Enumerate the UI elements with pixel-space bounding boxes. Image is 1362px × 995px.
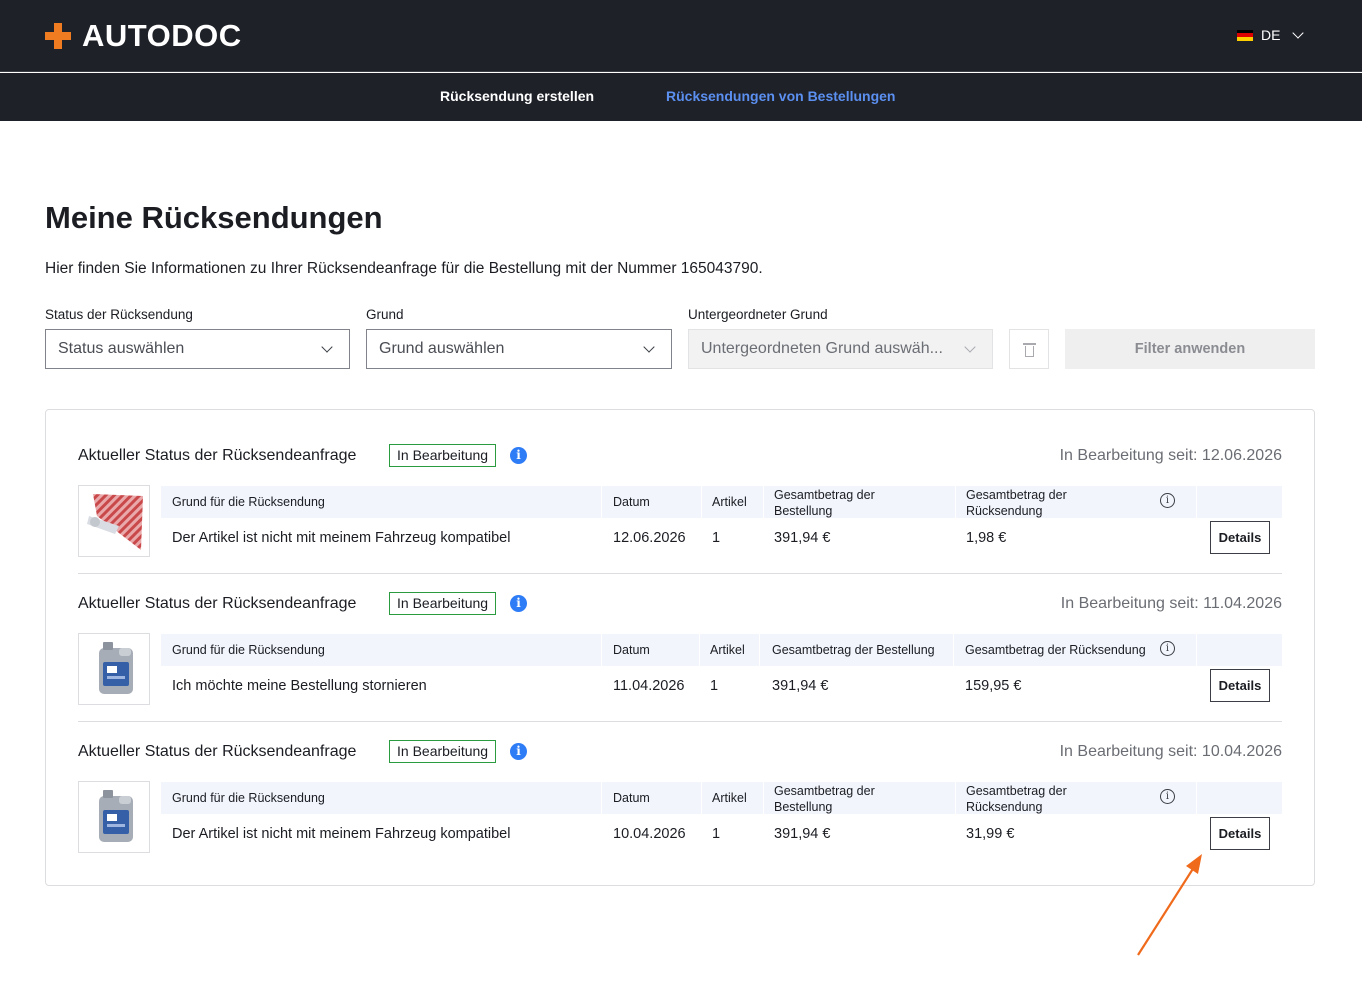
details-button[interactable]: Details bbox=[1210, 669, 1270, 702]
col-reason: Grund für die Rücksendung bbox=[172, 791, 325, 805]
trash-icon bbox=[1023, 343, 1036, 345]
reason-select[interactable]: Grund auswählen bbox=[366, 329, 672, 369]
col-reason: Grund für die Rücksendung bbox=[172, 643, 325, 657]
status-title: Aktueller Status der Rücksendeanfrage bbox=[78, 743, 357, 760]
product-thumbnail bbox=[78, 485, 150, 557]
language-selector[interactable]: DE bbox=[1237, 26, 1305, 43]
col-order-total: Gesamtbetrag der Bestellung bbox=[772, 643, 935, 657]
table-header: Grund für die Rücksendung Datum Artikel … bbox=[161, 782, 1282, 814]
status-since: In Bearbeitung seit: 12.06.2026 bbox=[1059, 447, 1282, 464]
cell-order-total: 391,94 € bbox=[772, 678, 829, 694]
info-icon[interactable]: i bbox=[510, 447, 527, 464]
subreason-filter-label: Untergeordneter Grund bbox=[688, 307, 828, 322]
table-row: Der Artikel ist nicht mit meinem Fahrzeu… bbox=[161, 814, 1282, 854]
table-header: Grund für die Rücksendung Datum Artikel … bbox=[161, 634, 1282, 666]
status-filter-label: Status der Rücksendung bbox=[45, 307, 193, 322]
cell-reason: Der Artikel ist nicht mit meinem Fahrzeu… bbox=[172, 530, 511, 546]
page-title: Meine Rücksendungen bbox=[45, 200, 383, 235]
col-date: Datum bbox=[613, 643, 650, 657]
logo-plus-icon bbox=[45, 23, 71, 49]
info-icon[interactable]: i bbox=[510, 595, 527, 612]
info-icon[interactable]: i bbox=[1160, 641, 1175, 656]
chevron-down-icon bbox=[321, 341, 333, 353]
col-order-total: Gesamtbetrag der Bestellung bbox=[774, 488, 875, 518]
apply-filter-button[interactable]: Filter anwenden bbox=[1065, 329, 1315, 369]
divider bbox=[78, 573, 1282, 574]
col-items: Artikel bbox=[710, 643, 745, 657]
annotation-arrow-icon bbox=[1137, 854, 1202, 956]
nav-create-return[interactable]: Rücksendung erstellen bbox=[440, 88, 594, 104]
cell-items: 1 bbox=[712, 826, 721, 842]
status-badge: In Bearbeitung bbox=[389, 444, 497, 467]
cell-return-total: 159,95 € bbox=[965, 678, 1022, 694]
cell-reason: Der Artikel ist nicht mit meinem Fahrzeu… bbox=[172, 826, 511, 842]
divider bbox=[78, 721, 1282, 722]
col-return-total: Gesamtbetrag der Rücksendung bbox=[966, 488, 1067, 518]
filter-product-image bbox=[87, 494, 143, 550]
sub-navigation: Rücksendung erstellen Rücksendungen von … bbox=[0, 73, 1362, 121]
cell-date: 11.04.2026 bbox=[613, 678, 685, 694]
subreason-select-value: Untergeordneten Grund auswäh... bbox=[701, 340, 943, 357]
reason-filter-label: Grund bbox=[366, 307, 404, 322]
nav-order-returns[interactable]: Rücksendungen von Bestellungen bbox=[666, 88, 895, 104]
col-items: Artikel bbox=[712, 791, 747, 805]
autodoc-logo[interactable]: AUTODOC bbox=[45, 18, 242, 53]
status-badge: In Bearbeitung bbox=[389, 740, 497, 763]
cell-date: 10.04.2026 bbox=[613, 826, 686, 842]
col-return-total: Gesamtbetrag der Rücksendung bbox=[966, 784, 1067, 814]
table-header: Grund für die Rücksendung Datum Artikel … bbox=[161, 486, 1282, 518]
status-badge: In Bearbeitung bbox=[389, 592, 497, 615]
chevron-down-icon bbox=[964, 341, 976, 353]
product-thumbnail bbox=[78, 633, 150, 705]
col-items: Artikel bbox=[712, 495, 747, 509]
status-since: In Bearbeitung seit: 11.04.2026 bbox=[1060, 595, 1282, 612]
trash-icon-body bbox=[1025, 346, 1034, 357]
status-select[interactable]: Status auswählen bbox=[45, 329, 350, 369]
details-button[interactable]: Details bbox=[1210, 521, 1270, 554]
return-entry: Aktueller Status der Rücksendeanfrage In… bbox=[78, 441, 1282, 561]
col-return-total: Gesamtbetrag der Rücksendung bbox=[965, 643, 1146, 657]
clear-filters-button[interactable] bbox=[1009, 329, 1049, 369]
subreason-select[interactable]: Untergeordneten Grund auswäh... bbox=[688, 329, 993, 369]
cell-order-total: 391,94 € bbox=[774, 826, 831, 842]
product-thumbnail bbox=[78, 781, 150, 853]
status-title: Aktueller Status der Rücksendeanfrage bbox=[78, 447, 357, 464]
status-select-value: Status auswählen bbox=[58, 340, 185, 357]
german-flag-icon bbox=[1237, 29, 1253, 41]
page-subtitle: Hier finden Sie Informationen zu Ihrer R… bbox=[45, 260, 763, 277]
cell-return-total: 1,98 € bbox=[966, 530, 1007, 546]
language-code: DE bbox=[1261, 27, 1281, 43]
oil-canister-image bbox=[99, 790, 133, 842]
cell-order-total: 391,94 € bbox=[774, 530, 831, 546]
cell-return-total: 31,99 € bbox=[966, 826, 1015, 842]
return-header: Aktueller Status der Rücksendeanfrage In… bbox=[78, 441, 1282, 469]
status-title: Aktueller Status der Rücksendeanfrage bbox=[78, 595, 357, 612]
return-entry: Aktueller Status der Rücksendeanfrage In… bbox=[78, 737, 1282, 857]
return-header: Aktueller Status der Rücksendeanfrage In… bbox=[78, 589, 1282, 617]
col-reason: Grund für die Rücksendung bbox=[172, 495, 325, 509]
top-header: AUTODOC DE bbox=[0, 0, 1362, 72]
logo-text: AUTODOC bbox=[82, 18, 242, 53]
return-entry: Aktueller Status der Rücksendeanfrage In… bbox=[78, 589, 1282, 709]
chevron-down-icon bbox=[643, 341, 655, 353]
info-icon[interactable]: i bbox=[1160, 789, 1175, 804]
cell-date: 12.06.2026 bbox=[613, 530, 686, 546]
cell-items: 1 bbox=[712, 530, 721, 546]
col-date: Datum bbox=[613, 495, 650, 509]
details-button[interactable]: Details bbox=[1210, 817, 1270, 850]
cell-reason: Ich möchte meine Bestellung stornieren bbox=[172, 678, 427, 694]
return-header: Aktueller Status der Rücksendeanfrage In… bbox=[78, 737, 1282, 765]
oil-canister-image bbox=[99, 642, 133, 694]
col-date: Datum bbox=[613, 791, 650, 805]
table-row: Ich möchte meine Bestellung stornieren 1… bbox=[161, 666, 1282, 706]
reason-select-value: Grund auswählen bbox=[379, 340, 505, 357]
col-order-total: Gesamtbetrag der Bestellung bbox=[774, 784, 875, 814]
returns-card: Aktueller Status der Rücksendeanfrage In… bbox=[45, 409, 1315, 886]
info-icon[interactable]: i bbox=[510, 743, 527, 760]
status-since: In Bearbeitung seit: 10.04.2026 bbox=[1059, 743, 1282, 760]
cell-items: 1 bbox=[710, 678, 719, 694]
info-icon[interactable]: i bbox=[1160, 493, 1175, 508]
table-row: Der Artikel ist nicht mit meinem Fahrzeu… bbox=[161, 518, 1282, 558]
chevron-down-icon bbox=[1292, 26, 1305, 39]
